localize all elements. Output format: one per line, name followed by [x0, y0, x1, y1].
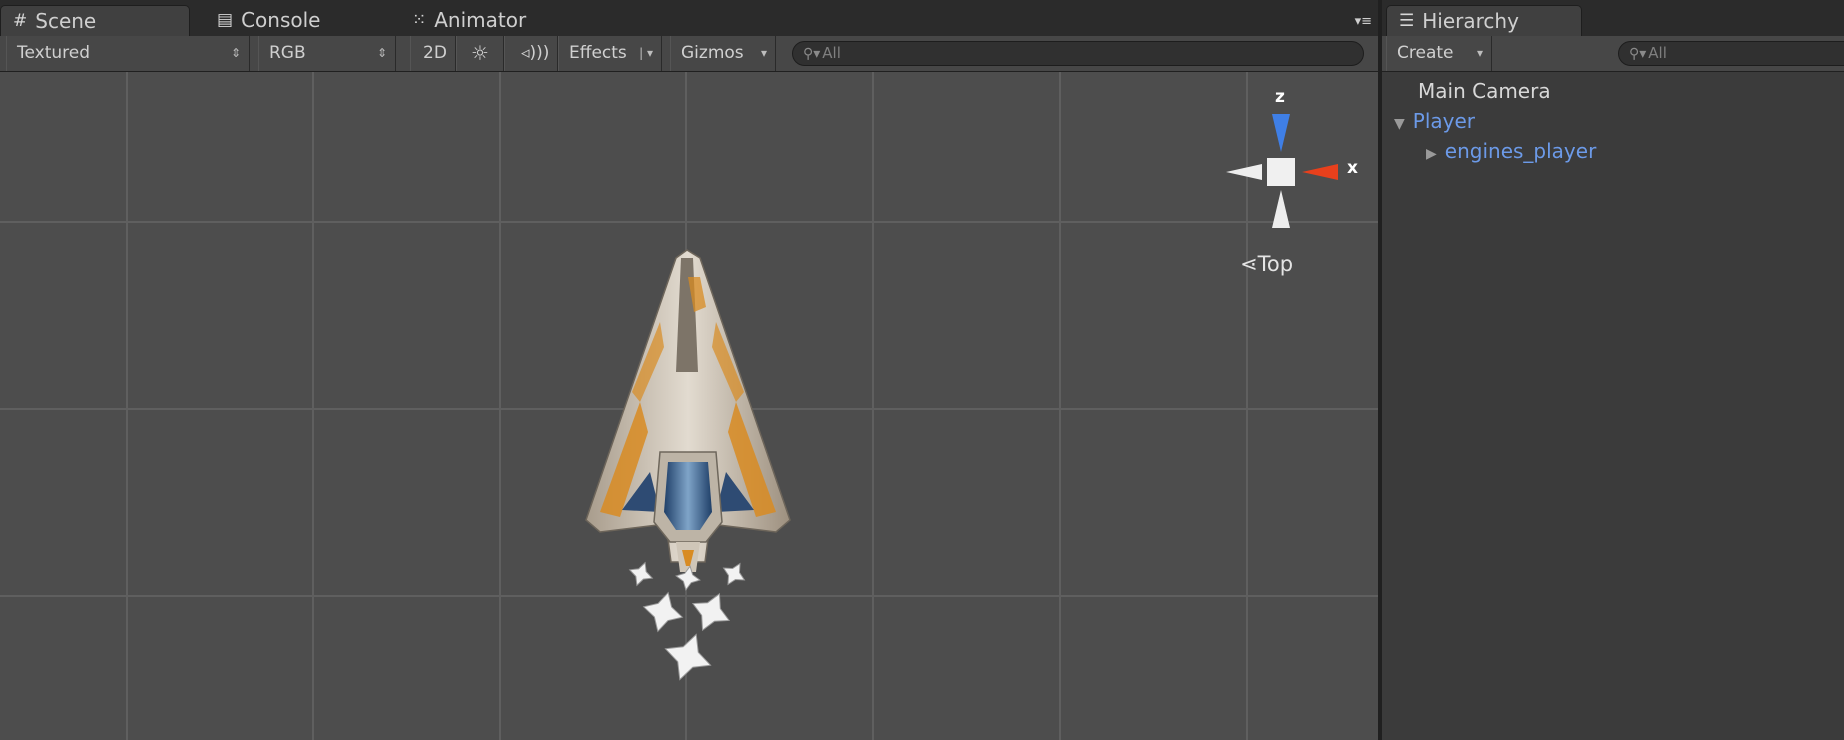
hierarchy-item-label: engines_player — [1444, 139, 1597, 163]
scene-orientation-gizmo[interactable] — [1226, 114, 1338, 228]
updown-arrow-icon: ⇕ — [376, 46, 387, 60]
tab-animator[interactable]: ⁙ Animator — [400, 5, 538, 36]
channel-value: RGB — [269, 43, 306, 63]
tab-scene[interactable]: # Scene — [0, 5, 190, 36]
list-icon: ☰ — [1399, 10, 1415, 31]
gizmos-label: Gizmos — [681, 43, 744, 63]
collapsed-triangle-icon[interactable]: ▶ — [1426, 146, 1437, 162]
lighting-toggle[interactable]: ☼ — [456, 36, 504, 71]
updown-arrow-icon: ⇕ — [230, 46, 241, 60]
scene-toolbar: Textured ⇕ RGB ⇕ 2D ☼ ◃))) Effects | ▾ G… — [0, 36, 1378, 72]
scene-canvas[interactable] — [0, 72, 1378, 740]
console-icon: ▤ — [217, 10, 234, 30]
effects-dropdown[interactable]: Effects | ▾ — [558, 36, 662, 71]
x-axis-cone[interactable] — [1302, 164, 1338, 180]
hierarchy-search-placeholder: All — [1648, 44, 1667, 62]
create-label: Create — [1397, 43, 1454, 63]
search-icon: ⚲▾ — [803, 46, 821, 62]
z-axis-cone[interactable] — [1272, 114, 1290, 152]
scene-search-input[interactable]: ⚲▾ All — [792, 41, 1364, 66]
expand-triangle-icon[interactable]: ▼ — [1394, 116, 1405, 132]
neg-z-axis-cone[interactable] — [1272, 190, 1290, 228]
hierarchy-tab-bar: ☰ Hierarchy — [1382, 0, 1844, 36]
view-label-text: Top — [1257, 252, 1294, 276]
scene-tab-bar: # Scene ▤ Console ⁙ Animator ▾≡ — [0, 0, 1378, 36]
tab-scene-label: Scene — [35, 8, 97, 33]
dropdown-arrow-icon: ▾ — [1476, 46, 1483, 60]
neg-x-axis-cone[interactable] — [1226, 164, 1262, 180]
tab-console-label: Console — [241, 8, 321, 32]
search-icon: ⚲▾ — [1629, 46, 1647, 62]
tab-hierarchy-label: Hierarchy — [1422, 8, 1519, 33]
hierarchy-search-input[interactable]: ⚲▾ All — [1618, 41, 1844, 66]
effects-label: Effects — [569, 43, 627, 63]
dropdown-arrow-icon: | ▾ — [639, 46, 653, 60]
tab-hierarchy[interactable]: ☰ Hierarchy — [1386, 5, 1582, 36]
grid-icon: # — [13, 10, 28, 31]
hierarchy-toolbar: Create ▾ ⚲▾ All — [1382, 36, 1844, 72]
tab-animator-label: Animator — [434, 8, 527, 32]
hierarchy-item-label: Player — [1412, 109, 1476, 133]
gizmos-dropdown[interactable]: Gizmos ▾ — [670, 36, 776, 71]
toggle-2d-label: 2D — [423, 43, 447, 63]
hierarchy-item-engines-player[interactable]: ▶ engines_player — [1426, 136, 1596, 166]
hierarchy-item-main-camera[interactable]: Main Camera — [1418, 76, 1551, 106]
panel-menu-icon[interactable]: ▾≡ — [1355, 14, 1372, 29]
render-mode-value: Textured — [17, 43, 91, 63]
hierarchy-item-player[interactable]: ▼ Player — [1394, 106, 1475, 136]
sun-icon: ☼ — [471, 41, 489, 65]
player-ship-sprite[interactable] — [585, 249, 791, 572]
hierarchy-panel: Main Camera ▼ Player ▶ engines_player — [1382, 72, 1844, 740]
create-dropdown[interactable]: Create ▾ — [1386, 36, 1492, 71]
channel-dropdown[interactable]: RGB ⇕ — [258, 36, 396, 71]
view-label[interactable]: ⋖Top — [1240, 252, 1293, 276]
scene-viewport[interactable]: z x — [0, 72, 1378, 740]
z-axis-label: z — [1275, 87, 1285, 107]
projection-icon: ⋖ — [1240, 252, 1258, 276]
center-cube[interactable] — [1267, 158, 1295, 186]
animator-icon: ⁙ — [412, 10, 427, 30]
hierarchy-item-label: Main Camera — [1418, 79, 1551, 103]
x-axis-label: x — [1347, 158, 1358, 178]
scene-search-placeholder: All — [822, 44, 841, 62]
toggle-2d-button[interactable]: 2D — [410, 36, 456, 71]
render-mode-dropdown[interactable]: Textured ⇕ — [6, 36, 250, 71]
speaker-icon: ◃))) — [521, 43, 550, 63]
audio-toggle[interactable]: ◃))) — [504, 36, 558, 71]
dropdown-arrow-icon: ▾ — [760, 46, 767, 60]
particle-system-icon[interactable] — [626, 558, 751, 688]
tab-console[interactable]: ▤ Console — [205, 5, 332, 36]
